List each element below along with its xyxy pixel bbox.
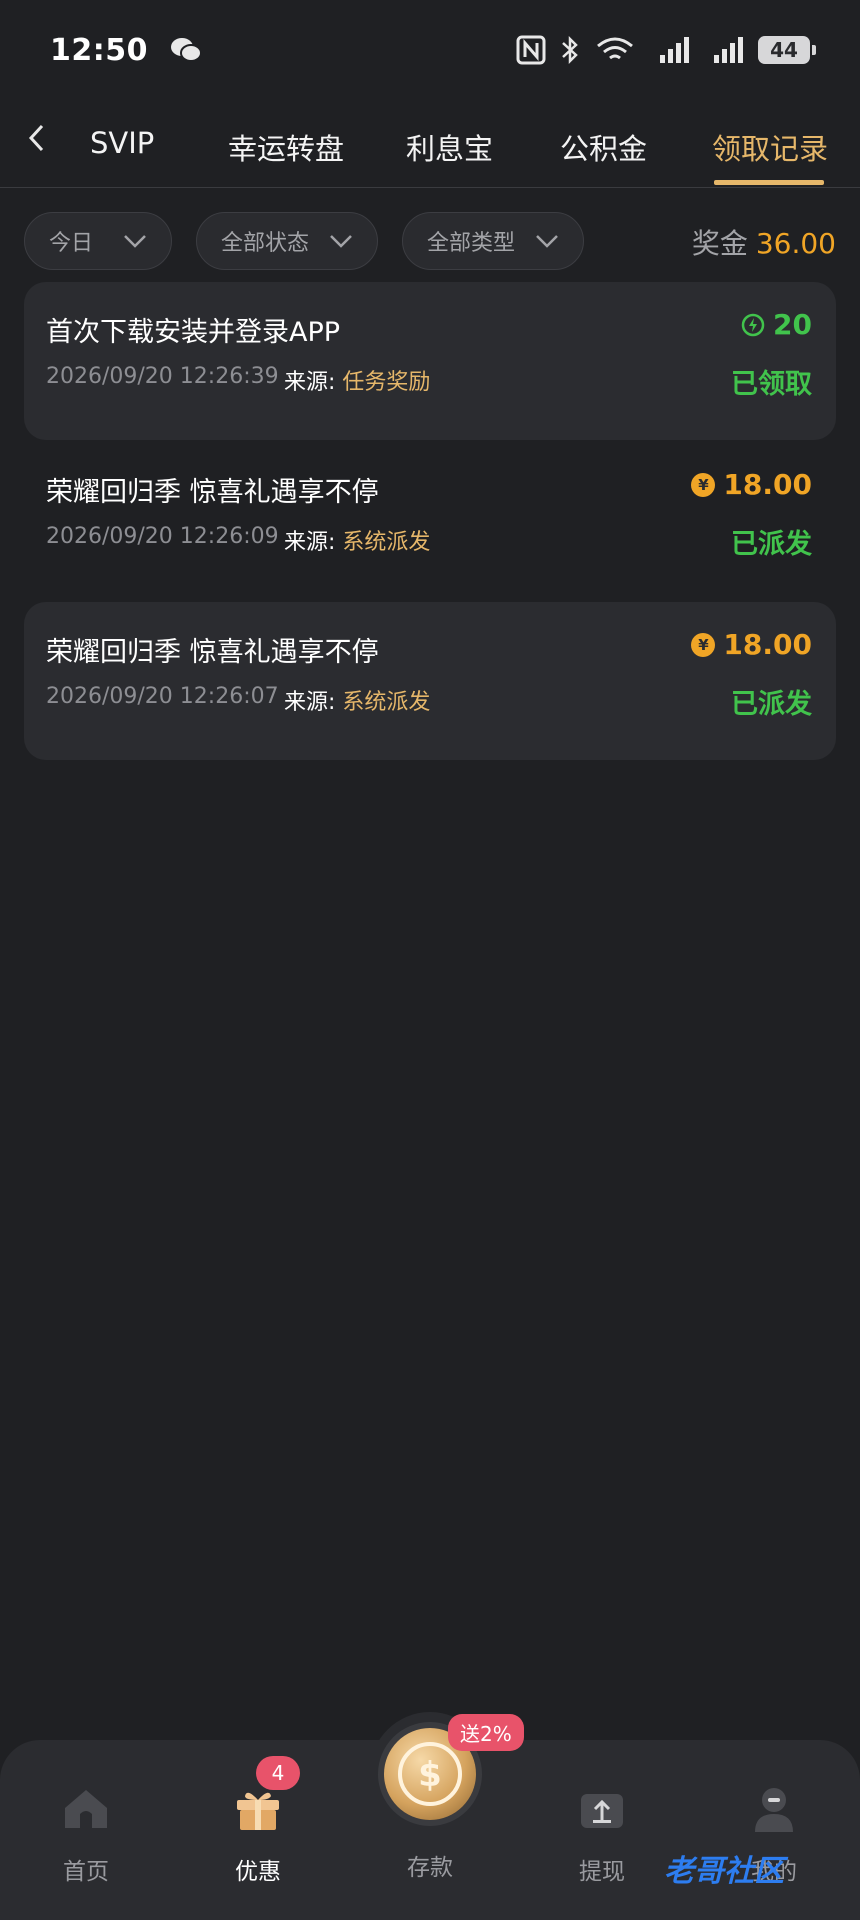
- source-value: 系统派发: [342, 690, 431, 715]
- coin-icon: ¥: [691, 472, 716, 497]
- wechat-icon: [171, 38, 202, 62]
- deposit-promo-tag: 送2%: [448, 1714, 524, 1751]
- status-time: 12:50: [50, 32, 148, 68]
- record-source: 来源: 系统派发: [284, 684, 430, 716]
- withdraw-icon: [581, 1794, 623, 1828]
- home-icon: [65, 1790, 107, 1828]
- nav-promotions[interactable]: 优惠: [198, 1782, 318, 1886]
- type-filter-label: 全部类型: [427, 231, 516, 256]
- tab-lucky-wheel[interactable]: 幸运转盘: [228, 126, 344, 168]
- record-source: 来源: 系统派发: [284, 524, 430, 556]
- record-amount: ¥ 18.00: [691, 628, 812, 661]
- wifi-icon: [597, 37, 633, 60]
- record-item[interactable]: 首次下载安装并登录APP 2026/09/20 12:26:39 来源: 任务奖…: [24, 282, 836, 440]
- date-filter-label: 今日: [49, 231, 94, 256]
- record-amount: ¥ 18.00: [691, 468, 812, 501]
- record-status: 已派发: [731, 689, 812, 720]
- nav-deposit[interactable]: 存款: [370, 1782, 490, 1882]
- nav-withdraw[interactable]: 提现: [542, 1782, 662, 1886]
- record-amount-value: 18.00: [723, 628, 812, 661]
- tab-provident-fund[interactable]: 公积金: [560, 126, 647, 168]
- user-icon: [755, 1788, 793, 1832]
- bluetooth-icon: [562, 35, 578, 65]
- battery-level: 44: [770, 38, 798, 62]
- promotions-badge: 4: [256, 1756, 300, 1790]
- nav-promotions-label: 优惠: [235, 1859, 281, 1885]
- record-source: 来源: 任务奖励: [284, 364, 430, 396]
- record-datetime: 2026/09/20 12:26:07: [46, 684, 279, 709]
- source-label: 来源:: [284, 370, 336, 395]
- status-bar: 12:50 44: [0, 0, 860, 100]
- record-amount: 20: [741, 308, 812, 341]
- tab-bar: SVIP 幸运转盘 利息宝 公积金 领取记录: [0, 100, 860, 188]
- chevron-down-icon: [536, 235, 558, 248]
- tab-interest[interactable]: 利息宝: [406, 126, 493, 168]
- bonus-amount: 36.00: [755, 227, 836, 260]
- source-value: 任务奖励: [342, 370, 431, 395]
- record-datetime: 2026/09/20 12:26:09: [46, 524, 279, 549]
- coin-icon: ¥: [691, 632, 716, 657]
- back-icon[interactable]: [22, 118, 50, 158]
- status-filter[interactable]: 全部状态: [196, 212, 378, 270]
- source-value: 系统派发: [342, 530, 431, 555]
- record-title: 荣耀回归季 惊喜礼遇享不停: [46, 477, 379, 508]
- source-label: 来源:: [284, 690, 336, 715]
- signal-5g-icon-2: [714, 37, 743, 63]
- record-datetime: 2026/09/20 12:26:39: [46, 364, 279, 389]
- record-item[interactable]: 荣耀回归季 惊喜礼遇享不停 2026/09/20 12:26:09 来源: 系统…: [24, 442, 836, 600]
- nav-home[interactable]: 首页: [26, 1782, 146, 1886]
- signal-5g-icon: [660, 37, 689, 63]
- nav-deposit-label: 存款: [407, 1855, 453, 1881]
- chevron-down-icon: [124, 235, 146, 248]
- watermark-logo: 老哥社区: [664, 1854, 784, 1889]
- bonus-label: 奖金: [691, 227, 748, 260]
- nfc-icon: [516, 35, 546, 65]
- date-filter[interactable]: 今日: [24, 212, 172, 270]
- lightning-icon: [741, 313, 765, 336]
- record-amount-value: 20: [773, 308, 812, 341]
- source-label: 来源:: [284, 530, 336, 555]
- tab-claim-records[interactable]: 领取记录: [712, 126, 828, 168]
- chevron-down-icon: [330, 235, 352, 248]
- record-title: 荣耀回归季 惊喜礼遇享不停: [46, 637, 379, 668]
- record-item[interactable]: 荣耀回归季 惊喜礼遇享不停 2026/09/20 12:26:07 来源: 系统…: [24, 602, 836, 760]
- gift-icon: [237, 1792, 279, 1830]
- battery-indicator: 44: [758, 36, 816, 64]
- record-title: 首次下载安装并登录APP: [46, 317, 341, 348]
- status-filter-label: 全部状态: [221, 231, 310, 256]
- bonus-total: 奖金 36.00: [692, 222, 836, 262]
- nav-withdraw-label: 提现: [579, 1859, 625, 1885]
- active-tab-indicator: [714, 180, 824, 185]
- record-status: 已领取: [731, 369, 812, 400]
- tab-svip[interactable]: SVIP: [90, 126, 154, 160]
- type-filter[interactable]: 全部类型: [402, 212, 584, 270]
- record-amount-value: 18.00: [723, 468, 812, 501]
- record-status: 已派发: [731, 529, 812, 560]
- nav-home-label: 首页: [63, 1859, 109, 1885]
